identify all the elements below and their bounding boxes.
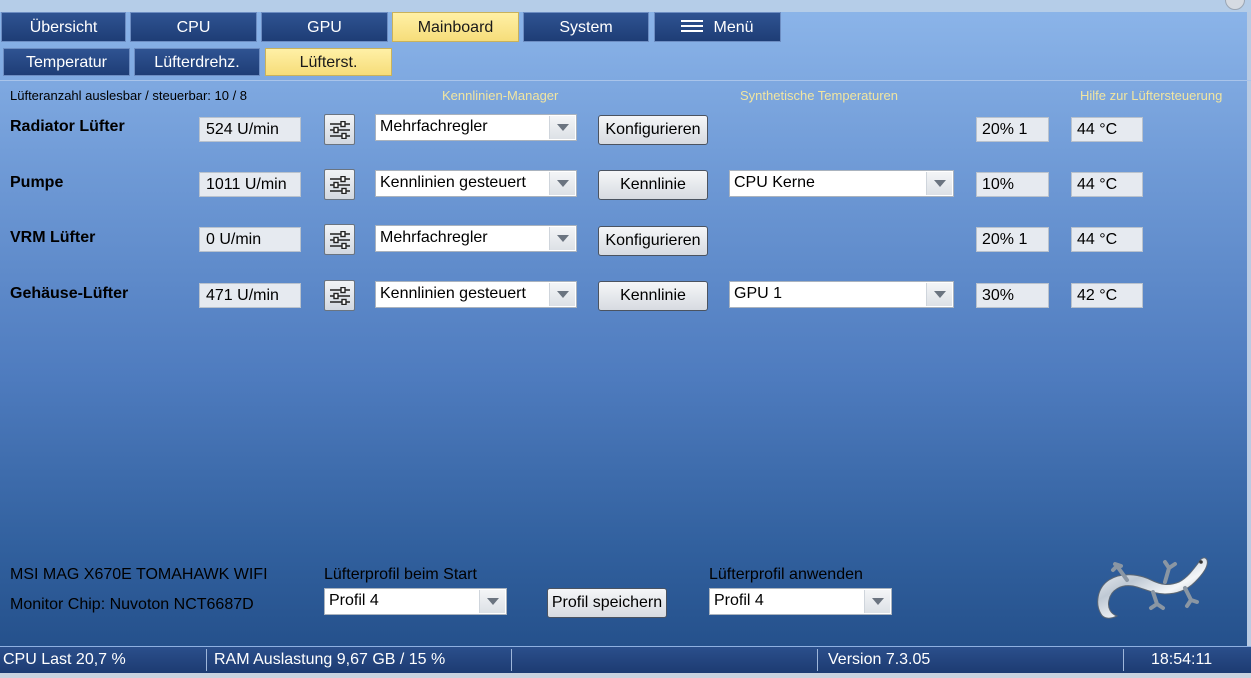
sliders-icon [329, 286, 350, 305]
tab-cpu[interactable]: CPU [130, 12, 257, 42]
subtab-temperatur[interactable]: Temperatur [3, 48, 130, 76]
fan-percent: 30% [976, 283, 1049, 308]
status-separator [817, 649, 818, 671]
tab-mainboard[interactable]: Mainboard [392, 12, 519, 42]
fan-rpm: 0 U/min [199, 227, 301, 252]
fan-percent: 10% [976, 172, 1049, 197]
status-cpu-load: CPU Last 20,7 % [3, 651, 126, 668]
fan-settings-button[interactable] [324, 114, 355, 145]
curve-manager-link[interactable]: Kennlinien-Manager [442, 88, 558, 103]
fan-temperature: 44 °C [1071, 117, 1143, 142]
fan-temperature: 42 °C [1071, 283, 1143, 308]
tab-system[interactable]: System [523, 12, 649, 42]
fan-settings-button[interactable] [324, 280, 355, 311]
temp-source-value: CPU Kerne [734, 174, 815, 191]
temp-source-select[interactable]: CPU Kerne [729, 170, 954, 197]
fan-settings-button[interactable] [324, 169, 355, 200]
fan-percent: 20% 1 [976, 117, 1049, 142]
status-separator [1123, 649, 1124, 671]
main-tabs: Übersicht CPU GPU Mainboard System Menü [0, 12, 1251, 42]
fan-mode-select[interactable]: Kennlinien gesteuert [375, 170, 577, 197]
fan-count-info: Lüfteranzahl auslesbar / steuerbar: 10 /… [10, 88, 248, 103]
chevron-down-icon[interactable] [549, 283, 575, 306]
fan-rpm: 524 U/min [199, 117, 301, 142]
fan-mode-value: Mehrfachregler [380, 229, 488, 246]
chevron-down-icon[interactable] [479, 590, 505, 613]
chevron-down-icon[interactable] [926, 283, 952, 306]
fan-temperature: 44 °C [1071, 227, 1143, 252]
curve-button[interactable]: Kennlinie [598, 170, 708, 200]
chevron-down-icon[interactable] [549, 227, 575, 250]
salamander-logo [1097, 557, 1208, 619]
temp-source-select[interactable]: GPU 1 [729, 281, 954, 308]
configure-button[interactable]: Konfigurieren [598, 226, 708, 256]
profile-start-select[interactable]: Profil 4 [324, 588, 507, 615]
sliders-icon [329, 120, 350, 139]
status-clock: 18:54:11 [1151, 651, 1213, 668]
tab-uebersicht[interactable]: Übersicht [1, 12, 126, 42]
chevron-down-icon[interactable] [864, 590, 890, 613]
fan-name: Pumpe [10, 174, 64, 191]
hamburger-icon [681, 19, 704, 33]
status-bar: CPU Last 20,7 % RAM Auslastung 9,67 GB /… [0, 646, 1251, 673]
header-divider [0, 80, 1251, 81]
fan-name: Gehäuse-Lüfter [10, 285, 129, 302]
sliders-icon [329, 175, 350, 194]
fan-name: Radiator Lüfter [10, 118, 125, 135]
fan-mode-select[interactable]: Mehrfachregler [375, 225, 577, 252]
profile-apply-label: Lüfterprofil anwenden [709, 566, 863, 583]
status-ram-usage: RAM Auslastung 9,67 GB / 15 % [214, 651, 446, 668]
fan-settings-button[interactable] [324, 224, 355, 255]
chevron-down-icon[interactable] [926, 172, 952, 195]
chevron-down-icon[interactable] [549, 116, 575, 139]
synthetic-temps-link[interactable]: Synthetische Temperaturen [740, 88, 898, 103]
profile-start-value: Profil 4 [329, 592, 379, 609]
tab-menu-label: Menü [713, 19, 754, 36]
subtab-luftersteuerung[interactable]: Lüfterst. [265, 48, 392, 76]
curve-button[interactable]: Kennlinie [598, 281, 708, 311]
profile-apply-select[interactable]: Profil 4 [709, 588, 892, 615]
profile-apply-value: Profil 4 [714, 592, 764, 609]
window-bottom-border [0, 673, 1251, 678]
sub-tabs: Temperatur Lüfterdrehz. Lüfterst. [0, 48, 1251, 76]
fan-mode-value: Kennlinien gesteuert [380, 174, 526, 191]
window-top-border [0, 0, 1251, 12]
fan-mode-value: Mehrfachregler [380, 118, 488, 135]
temp-source-value: GPU 1 [734, 285, 783, 302]
fan-control-help-link[interactable]: Hilfe zur Lüftersteuerung [1080, 88, 1222, 103]
tab-menu[interactable]: Menü [654, 12, 781, 42]
board-name: MSI MAG X670E TOMAHAWK WIFI [10, 566, 268, 583]
chevron-down-icon[interactable] [549, 172, 575, 195]
fan-name: VRM Lüfter [10, 229, 96, 246]
fan-mode-select[interactable]: Kennlinien gesteuert [375, 281, 577, 308]
sliders-icon [329, 230, 350, 249]
subtab-luefterdrehzahl[interactable]: Lüfterdrehz. [134, 48, 260, 76]
fan-rpm: 1011 U/min [199, 172, 301, 197]
fan-mode-select[interactable]: Mehrfachregler [375, 114, 577, 141]
fan-temperature: 44 °C [1071, 172, 1143, 197]
status-version: Version 7.3.05 [828, 651, 931, 668]
status-separator [206, 649, 207, 671]
window-right-border [1247, 12, 1251, 646]
fan-rpm: 471 U/min [199, 283, 301, 308]
profile-start-label: Lüfterprofil beim Start [324, 566, 477, 583]
fan-percent: 20% 1 [976, 227, 1049, 252]
tab-gpu[interactable]: GPU [261, 12, 388, 42]
configure-button[interactable]: Konfigurieren [598, 115, 708, 145]
status-separator [511, 649, 512, 671]
fan-mode-value: Kennlinien gesteuert [380, 285, 526, 302]
save-profile-button[interactable]: Profil speichern [547, 588, 667, 618]
monitor-chip: Monitor Chip: Nuvoton NCT6687D [10, 596, 254, 613]
